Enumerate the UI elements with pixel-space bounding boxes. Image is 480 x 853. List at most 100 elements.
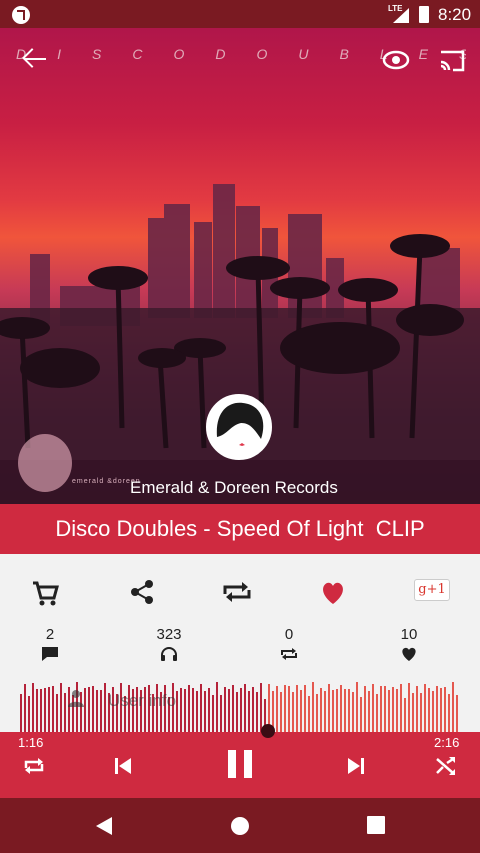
user-info-label[interactable]: User info — [108, 691, 176, 711]
waveform-bar — [96, 690, 98, 734]
home-nav-icon[interactable] — [229, 815, 251, 837]
waveform-bar — [248, 691, 250, 734]
waveform-bar — [224, 687, 226, 734]
arrow-back-icon[interactable] — [20, 46, 52, 72]
waveform-bar — [356, 682, 358, 734]
comment-icon — [42, 647, 58, 661]
record-label-name[interactable]: Emerald & Doreen Records — [130, 478, 338, 498]
waveform-bar — [20, 694, 22, 734]
waveform-bar — [440, 688, 442, 734]
waveform-bar — [384, 686, 386, 734]
artist-avatar[interactable] — [206, 394, 272, 460]
player-controls: 1:16 2:16 — [0, 724, 480, 798]
cast-icon[interactable] — [438, 46, 466, 74]
album-artwork: DISCODOUBLES emerald &doreen Emerald & D… — [0, 28, 480, 504]
waveform-bar — [292, 692, 294, 734]
headphones-icon — [161, 647, 177, 661]
repost-count[interactable]: 0 — [259, 626, 319, 662]
google-plus-button[interactable]: g+1 — [414, 579, 450, 601]
waveform-bar — [244, 684, 246, 734]
waveform-bar — [396, 689, 398, 734]
waveform-bar — [400, 684, 402, 734]
waveform-bar — [36, 689, 38, 734]
previous-icon[interactable] — [109, 752, 137, 780]
waveform-bar — [344, 689, 346, 734]
waveform-bar — [428, 688, 430, 734]
waveform-bar — [404, 698, 406, 734]
waveform-bar — [456, 695, 458, 734]
recents-nav-icon[interactable] — [366, 815, 386, 835]
waveform-bar — [320, 688, 322, 734]
battery-icon — [419, 6, 429, 23]
action-bar: g+1 — [0, 554, 480, 634]
heart-icon — [402, 647, 416, 661]
track-stats: 2 323 0 10 — [0, 626, 480, 672]
waveform-bar — [216, 682, 218, 734]
waveform-bar — [236, 692, 238, 734]
waveform-bar — [180, 688, 182, 734]
waveform-bar — [240, 688, 242, 734]
play-count: 323 — [139, 626, 199, 662]
user-icon — [68, 690, 84, 707]
repost-icon[interactable] — [217, 572, 257, 612]
waveform-bar — [32, 683, 34, 734]
waveform-bar — [340, 685, 342, 734]
waveform-bar — [412, 693, 414, 734]
share-icon[interactable] — [122, 572, 162, 612]
waveform-bar — [288, 686, 290, 734]
track-title-bar: Disco Doubles - Speed Of Light CLIP — [0, 504, 480, 554]
music-app-icon — [12, 6, 30, 24]
waveform-bar — [332, 690, 334, 734]
status-time: 8:20 — [438, 5, 472, 24]
waveform-bar — [284, 685, 286, 734]
waveform-bar — [48, 687, 50, 734]
comment-count[interactable]: 2 — [20, 626, 80, 662]
heart-icon[interactable] — [313, 572, 353, 612]
next-icon[interactable] — [342, 752, 370, 780]
waveform-bar — [348, 689, 350, 734]
waveform-bar — [56, 694, 58, 734]
waveform-bar — [336, 689, 338, 734]
track-title: Disco Doubles - Speed Of Light CLIP — [55, 516, 425, 541]
cart-icon[interactable] — [24, 572, 64, 612]
waveform-bar — [44, 688, 46, 734]
duration-time: 2:16 — [434, 735, 460, 750]
waveform-bar — [204, 691, 206, 734]
waveform-bar — [220, 695, 222, 734]
waveform-seekbar[interactable]: User info — [0, 676, 480, 734]
status-bar: LTE 8:20 — [0, 0, 480, 28]
waveform-bar — [276, 686, 278, 734]
waveform-bar — [452, 682, 454, 734]
waveform-bar — [200, 684, 202, 734]
waveform-bar — [208, 688, 210, 734]
repeat-icon[interactable] — [20, 752, 48, 780]
waveform-bar — [324, 691, 326, 734]
signal-icon — [393, 8, 409, 23]
pause-icon[interactable] — [223, 747, 257, 781]
seek-thumb[interactable] — [261, 724, 275, 738]
eye-icon[interactable] — [382, 46, 410, 74]
repost-icon — [281, 648, 297, 660]
waveform-bar — [364, 686, 366, 734]
like-count[interactable]: 10 — [379, 626, 439, 662]
waveform-bar — [228, 689, 230, 734]
waveform-bar — [304, 685, 306, 734]
waveform-bar — [60, 683, 62, 734]
waveform-bar — [376, 694, 378, 734]
waveform-bar — [88, 687, 90, 734]
waveform-bar — [424, 684, 426, 734]
back-nav-icon[interactable] — [94, 815, 114, 837]
waveform-bar — [448, 694, 450, 734]
waveform-bar — [300, 690, 302, 734]
waveform-bar — [176, 691, 178, 734]
waveform-bar — [52, 686, 54, 734]
elapsed-time: 1:16 — [18, 735, 44, 750]
shuffle-icon[interactable] — [432, 752, 460, 780]
waveform-bar — [436, 686, 438, 734]
waveform-bar — [360, 697, 362, 734]
waveform-bar — [388, 690, 390, 734]
waveform-bar — [308, 696, 310, 734]
waveform-bar — [420, 693, 422, 734]
waveform-bar — [392, 687, 394, 734]
waveform-bar — [316, 694, 318, 734]
